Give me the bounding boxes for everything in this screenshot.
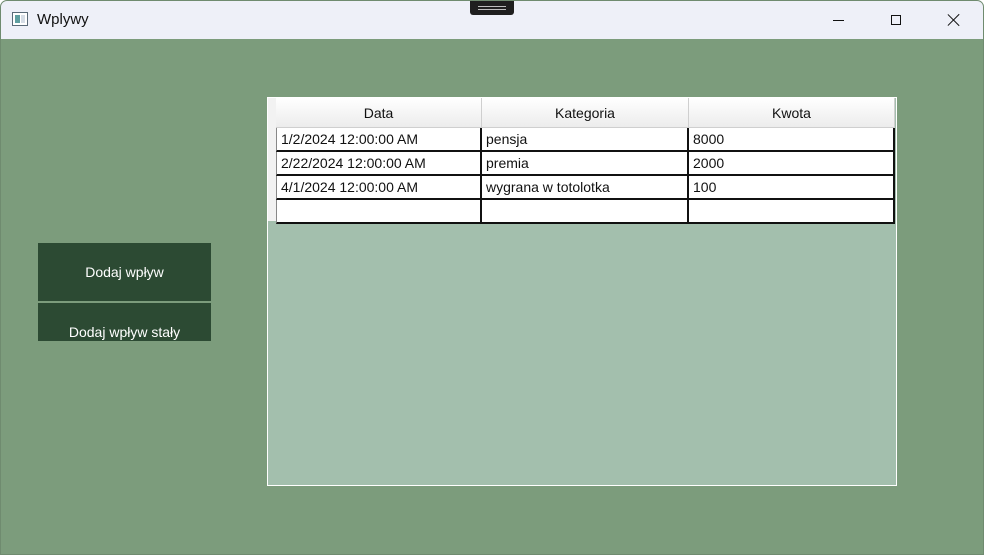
maximize-icon <box>891 15 901 25</box>
cell-amount[interactable]: 8000 <box>689 128 895 152</box>
window-app-icon <box>12 12 28 26</box>
cell-category[interactable]: premia <box>482 152 689 176</box>
close-button[interactable] <box>925 1 983 39</box>
minimize-button[interactable] <box>809 1 867 39</box>
add-fixed-income-button[interactable]: Dodaj wpływ stały <box>38 303 211 341</box>
cell-category[interactable]: pensja <box>482 128 689 152</box>
cell-category[interactable]: wygrana w totolotka <box>482 176 689 200</box>
cell-amount[interactable] <box>689 200 895 224</box>
add-income-button-label: Dodaj wpływ <box>85 264 164 280</box>
column-header-kategoria[interactable]: Kategoria <box>482 98 689 128</box>
cell-date[interactable] <box>276 200 482 224</box>
cell-category[interactable] <box>482 200 689 224</box>
column-header-kwota[interactable]: Kwota <box>689 98 895 128</box>
column-header-data[interactable]: Data <box>276 98 482 128</box>
add-fixed-income-button-label: Dodaj wpływ stały <box>68 324 181 340</box>
window-title: Wplywy <box>37 11 89 28</box>
row-header-column[interactable] <box>268 98 276 221</box>
table-row[interactable]: 2/22/2024 12:00:00 AM premia 2000 <box>276 152 895 176</box>
app-window: Wplywy Dodaj wpływ Dodaj wpływ stały Dat… <box>0 0 984 555</box>
cell-date[interactable]: 1/2/2024 12:00:00 AM <box>276 128 482 152</box>
cell-amount[interactable]: 2000 <box>689 152 895 176</box>
cell-date[interactable]: 4/1/2024 12:00:00 AM <box>276 176 482 200</box>
add-income-button[interactable]: Dodaj wpływ <box>38 243 211 301</box>
grid-body: 1/2/2024 12:00:00 AM pensja 8000 2/22/20… <box>276 128 895 224</box>
snap-layout-grip-icon[interactable] <box>470 1 514 15</box>
table-row[interactable]: 4/1/2024 12:00:00 AM wygrana w totolotka… <box>276 176 895 200</box>
maximize-button[interactable] <box>867 1 925 39</box>
grid-header-row: Data Kategoria Kwota <box>276 98 895 128</box>
income-data-grid[interactable]: Data Kategoria Kwota 1/2/2024 12:00:00 A… <box>267 97 897 486</box>
close-icon <box>947 13 961 27</box>
minimize-icon <box>832 19 844 21</box>
cell-date[interactable]: 2/22/2024 12:00:00 AM <box>276 152 482 176</box>
new-row-placeholder[interactable] <box>276 200 895 224</box>
title-bar[interactable]: Wplywy <box>1 1 983 39</box>
table-row[interactable]: 1/2/2024 12:00:00 AM pensja 8000 <box>276 128 895 152</box>
cell-amount[interactable]: 100 <box>689 176 895 200</box>
